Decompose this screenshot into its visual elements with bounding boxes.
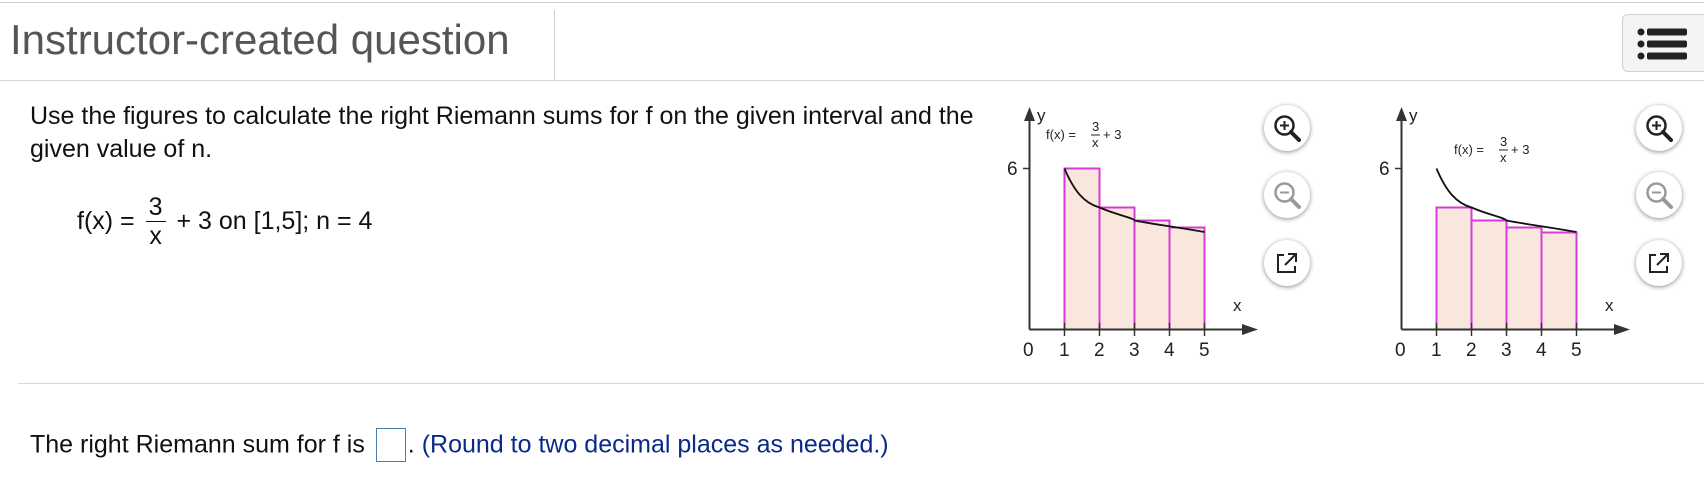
riemann-graph-2: y x 6 0 1 2 3 4 5 f(x) = 3 x + 3 <box>1372 105 1642 370</box>
answer-suffix: . <box>407 430 415 459</box>
answer-input[interactable] <box>375 428 406 462</box>
riemann-rect <box>1470 219 1508 331</box>
graph1-zoom-in-button[interactable] <box>1264 105 1310 151</box>
y-axis-arrow <box>1024 107 1035 121</box>
svg-text:3: 3 <box>1092 119 1099 134</box>
riemann-rect <box>1098 206 1136 331</box>
top-border <box>0 2 1704 3</box>
x-tick-label: 5 <box>1571 340 1582 361</box>
function-definition: f(x) = 3 x + 3 on [1,5]; n = 4 <box>77 193 372 250</box>
graph2-popout-button[interactable] <box>1636 240 1682 286</box>
x-tick-label: 4 <box>1164 340 1175 361</box>
riemann-graph-1: y x 6 0 1 2 3 4 5 f(x) = 3 x + 3 <box>1000 105 1270 370</box>
rounding-hint: (Round to two decimal places as needed.) <box>421 430 889 459</box>
formula-denominator: x <box>149 222 162 250</box>
svg-text:f(x) =: f(x) = <box>1454 142 1484 157</box>
popout-icon <box>1649 253 1669 273</box>
answer-row: The right Riemann sum for f is . (Round … <box>30 428 889 462</box>
svg-text:x: x <box>1092 135 1099 150</box>
page-title: Instructor-created question <box>10 16 510 63</box>
graph2-zoom-out-button[interactable] <box>1636 172 1682 218</box>
question-menu-button[interactable] <box>1622 14 1704 72</box>
x-tick-label: 0 <box>1395 340 1406 361</box>
answer-prefix: The right Riemann sum for f is <box>30 430 365 459</box>
riemann-rect <box>1505 226 1543 331</box>
riemann-rectangles <box>1063 167 1206 331</box>
svg-text:f(x) =: f(x) = <box>1046 127 1076 142</box>
x-tick-label: 0 <box>1023 340 1034 361</box>
x-axis-label: x <box>1233 296 1242 315</box>
graph1-popout-button[interactable] <box>1264 240 1310 286</box>
x-tick-label: 3 <box>1501 340 1512 361</box>
function-label: f(x) = 3 x + 3 <box>1046 119 1121 150</box>
list-menu-icon <box>1637 28 1687 60</box>
x-tick-label: 1 <box>1431 340 1442 361</box>
svg-text:+ 3: + 3 <box>1103 127 1121 142</box>
x-tick-label: 2 <box>1466 340 1477 361</box>
y-axis-arrow <box>1396 107 1407 121</box>
y-tick-label: 6 <box>1007 159 1018 180</box>
formula-lhs: f(x) = <box>77 207 135 235</box>
graph2-zoom-in-button[interactable] <box>1636 105 1682 151</box>
riemann-rect <box>1435 206 1473 331</box>
x-axis-label: x <box>1605 296 1614 315</box>
formula-rhs: + 3 on [1,5]; n = 4 <box>176 207 373 235</box>
y-axis-label: y <box>1037 106 1046 125</box>
zoom-in-icon <box>1646 115 1673 142</box>
zoom-in-icon <box>1274 115 1301 142</box>
section-divider <box>18 383 1704 384</box>
x-axis-arrow <box>1242 324 1258 335</box>
graph1-zoom-out-button[interactable] <box>1264 172 1310 218</box>
zoom-out-icon <box>1274 182 1301 209</box>
x-tick-label: 5 <box>1199 340 1210 361</box>
question-prompt: Use the figures to calculate the right R… <box>30 102 974 163</box>
x-tick-label: 4 <box>1536 340 1547 361</box>
title-separator <box>554 10 555 80</box>
popout-icon <box>1277 253 1297 273</box>
riemann-rect <box>1063 167 1101 331</box>
x-tick-label: 3 <box>1129 340 1140 361</box>
header: Instructor-created question <box>0 4 1704 81</box>
riemann-rectangles <box>1435 206 1578 331</box>
y-axis-label: y <box>1409 106 1418 125</box>
svg-text:x: x <box>1500 150 1507 165</box>
function-label: f(x) = 3 x + 3 <box>1454 134 1529 165</box>
svg-text:3: 3 <box>1500 134 1507 149</box>
x-tick-label: 1 <box>1059 340 1070 361</box>
x-axis-arrow <box>1614 324 1630 335</box>
svg-text:+ 3: + 3 <box>1511 142 1529 157</box>
riemann-rect <box>1168 226 1206 331</box>
zoom-out-icon <box>1646 182 1673 209</box>
formula-numerator: 3 <box>145 193 166 222</box>
x-tick-label: 2 <box>1094 340 1105 361</box>
y-tick-label: 6 <box>1379 159 1390 180</box>
riemann-rect <box>1540 231 1578 331</box>
formula-fraction: 3 x <box>145 193 166 250</box>
riemann-rect <box>1133 219 1171 331</box>
